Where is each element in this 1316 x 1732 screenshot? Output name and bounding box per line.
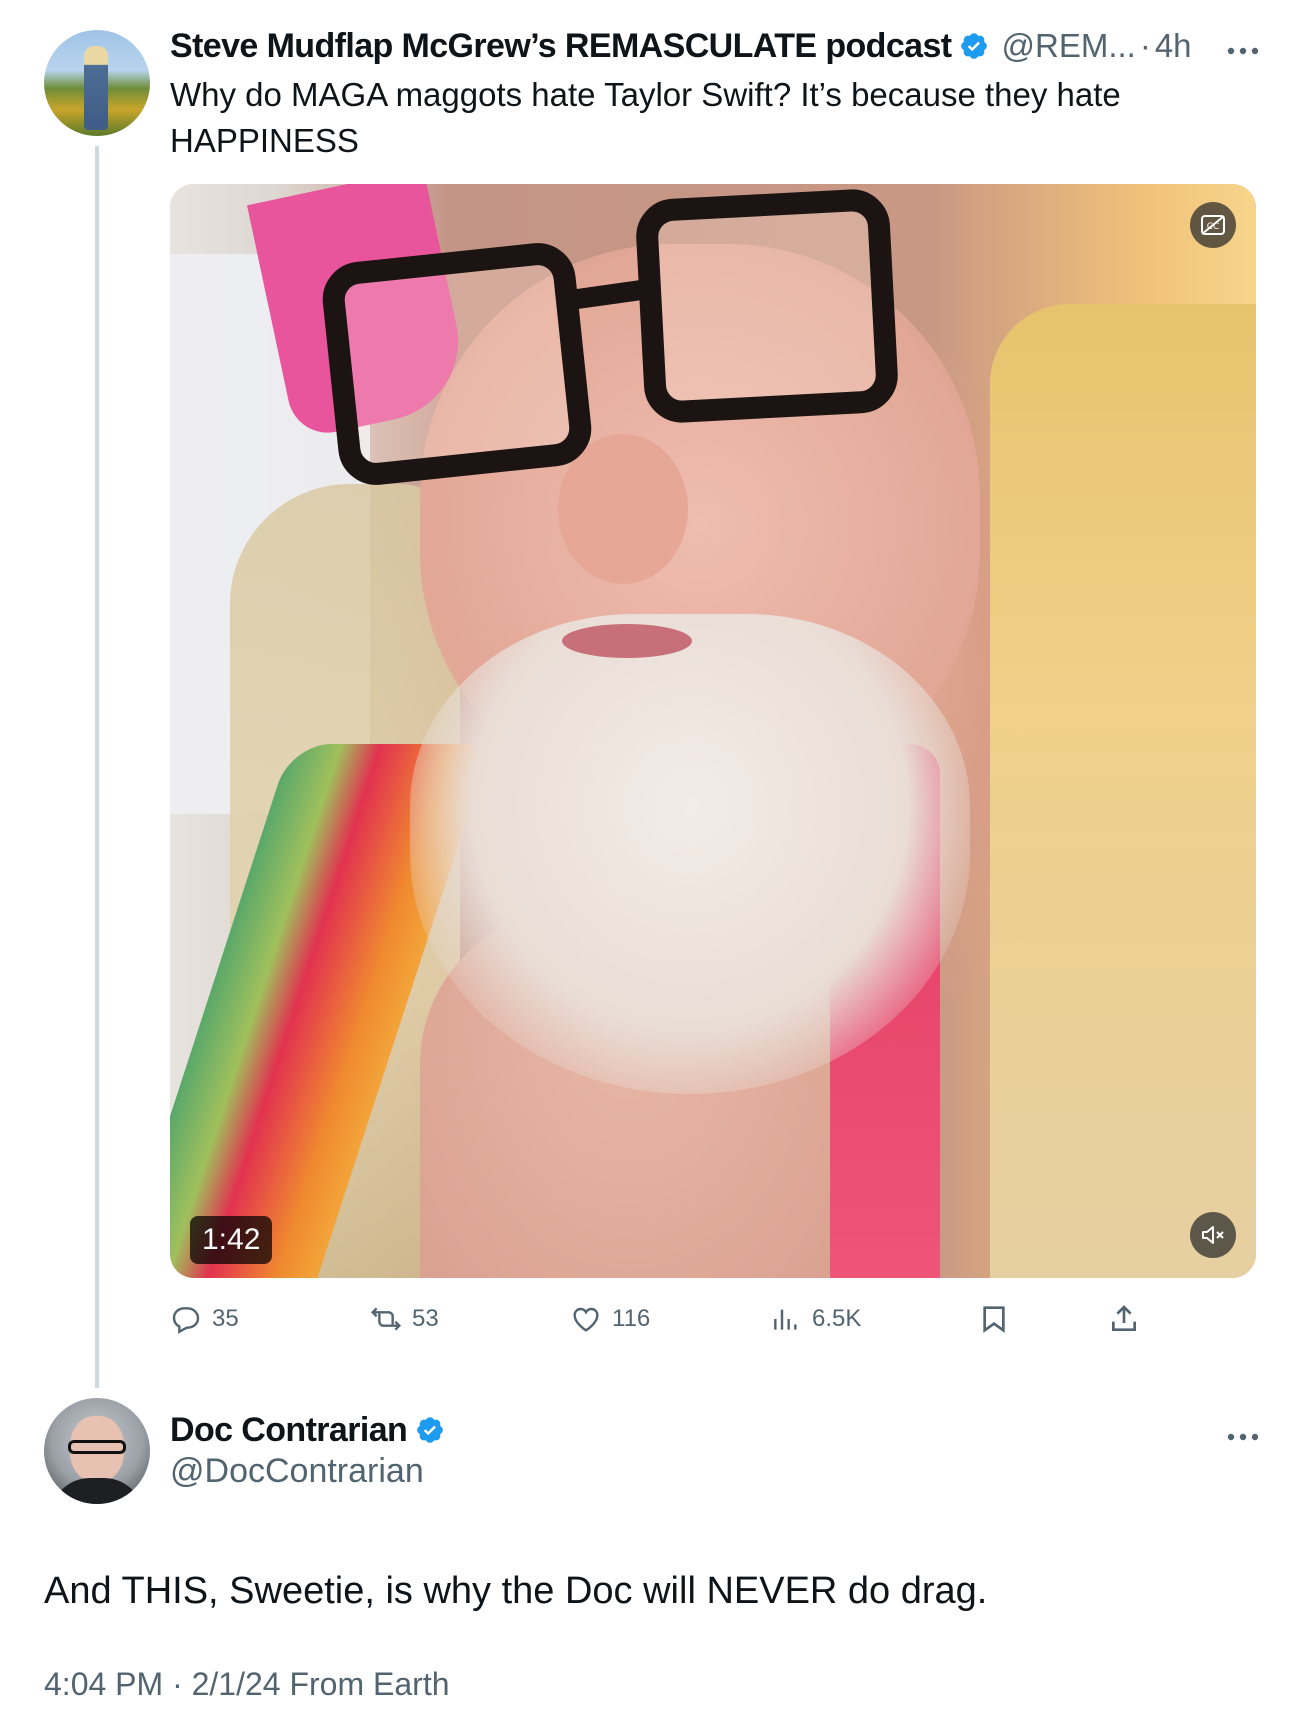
tweet-date[interactable]: 2/1/24 bbox=[192, 1666, 281, 1702]
separator-dot: · bbox=[172, 1666, 183, 1702]
main-tweet-meta: 4:04 PM · 2/1/24 From Earth bbox=[44, 1666, 450, 1703]
main-author-handle[interactable]: @DocContrarian bbox=[170, 1452, 424, 1491]
share-button[interactable] bbox=[1108, 1296, 1140, 1342]
video-frame-detail bbox=[562, 624, 692, 658]
parent-author-handle[interactable]: @REM... bbox=[1001, 27, 1135, 65]
separator-dot: · bbox=[1139, 27, 1151, 64]
tweet-action-bar: 35 53 116 6.5K bbox=[170, 1296, 1180, 1342]
tweet-source: From Earth bbox=[289, 1666, 450, 1702]
like-icon bbox=[573, 1307, 599, 1332]
video-frame-detail bbox=[990, 304, 1256, 1278]
video-frame-detail bbox=[634, 187, 900, 425]
parent-tweet-header: Steve Mudflap McGrew’s REMASCULATE podca… bbox=[170, 24, 1192, 68]
like-count: 116 bbox=[612, 1305, 651, 1332]
views-count: 6.5K bbox=[812, 1305, 862, 1332]
captions-icon[interactable]: CC bbox=[1190, 202, 1236, 248]
svg-text:CC: CC bbox=[1207, 222, 1220, 232]
verified-badge-icon bbox=[961, 33, 988, 59]
parent-author-avatar[interactable] bbox=[44, 30, 150, 136]
more-icon[interactable] bbox=[1226, 30, 1260, 64]
views-icon bbox=[774, 1309, 797, 1330]
bookmark-button[interactable] bbox=[978, 1296, 1010, 1342]
repost-icon bbox=[370, 1307, 402, 1331]
main-tweet-header: Doc Contrarian bbox=[170, 1408, 445, 1452]
views-button[interactable]: 6.5K bbox=[770, 1296, 861, 1342]
video-frame-detail bbox=[410, 614, 970, 1094]
verified-badge-icon bbox=[417, 1417, 443, 1443]
avatar-figure bbox=[50, 1478, 144, 1504]
thread-connector-line bbox=[95, 146, 99, 1388]
parent-tweet-time[interactable]: 4h bbox=[1155, 27, 1192, 65]
bookmark-icon bbox=[983, 1306, 1005, 1333]
reply-count: 35 bbox=[212, 1305, 239, 1332]
video-duration: 1:42 bbox=[190, 1216, 273, 1264]
reply-icon bbox=[172, 1307, 200, 1334]
repost-button[interactable]: 53 bbox=[370, 1296, 439, 1342]
main-author-avatar[interactable] bbox=[44, 1398, 150, 1504]
reply-button[interactable]: 35 bbox=[170, 1296, 239, 1342]
parent-author-name[interactable]: Steve Mudflap McGrew’s REMASCULATE podca… bbox=[170, 27, 952, 66]
parent-tweet-text: Why do MAGA maggots hate Taylor Swift? I… bbox=[170, 76, 1121, 159]
like-button[interactable]: 116 bbox=[570, 1296, 650, 1342]
main-tweet-text: And THIS, Sweetie, is why the Doc will N… bbox=[44, 1570, 988, 1612]
video-player[interactable]: CC 1:42 bbox=[170, 184, 1256, 1278]
mute-icon[interactable] bbox=[1190, 1212, 1236, 1258]
main-author-name[interactable]: Doc Contrarian bbox=[170, 1411, 408, 1450]
share-icon bbox=[1112, 1305, 1136, 1331]
repost-count: 53 bbox=[412, 1305, 439, 1332]
avatar-figure bbox=[84, 46, 108, 130]
video-frame-detail bbox=[318, 239, 596, 489]
tweet-time[interactable]: 4:04 PM bbox=[44, 1666, 163, 1702]
more-icon[interactable] bbox=[1226, 1416, 1260, 1450]
avatar-figure bbox=[68, 1440, 126, 1454]
